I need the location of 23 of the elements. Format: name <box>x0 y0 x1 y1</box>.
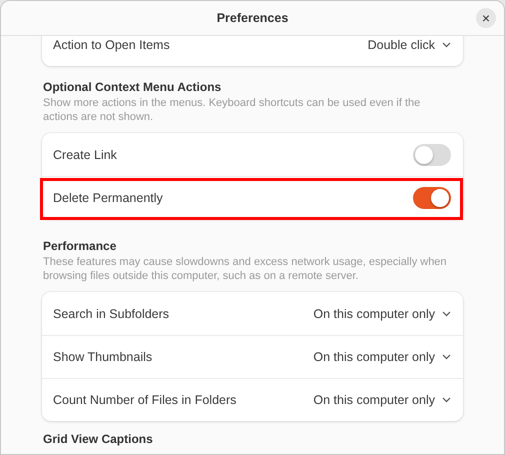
dropdown[interactable]: On this computer only <box>313 306 451 320</box>
dropdown[interactable]: Double click <box>368 38 451 52</box>
toggle-switch[interactable] <box>413 144 451 166</box>
section-heading: Optional Context Menu Actions <box>43 80 222 94</box>
section-heading: Grid View Captions <box>43 432 154 446</box>
toggle-switch[interactable] <box>413 187 451 209</box>
section-heading: Performance <box>43 239 118 253</box>
chevron-down-icon <box>442 397 451 403</box>
chevron-down-icon <box>442 42 451 48</box>
section-description: Show more actions in the menus. Keyboard shortcuts can be used even if the actions are not shown. <box>43 96 422 124</box>
section-description: These features may cause slowdowns and excess network usage, especially when browsing files outside this computer, such as on a remote server. <box>43 255 448 283</box>
row-label: Search in Subfolders <box>53 306 170 320</box>
dropdown[interactable]: On this computer only <box>313 393 451 407</box>
window-title: Preferences <box>216 11 288 25</box>
row-label: Count Number of Files in Folders <box>53 393 238 407</box>
dropdown[interactable]: On this computer only <box>313 350 451 364</box>
close-button[interactable]: × <box>476 8 496 28</box>
chevron-down-icon <box>442 354 451 360</box>
row-label: Show Thumbnails <box>53 350 154 364</box>
row-label: Delete Permanently <box>53 191 164 205</box>
row-label: Create Link <box>53 148 118 162</box>
chevron-down-icon <box>442 310 451 316</box>
row-label: Action to Open Items <box>53 38 171 52</box>
